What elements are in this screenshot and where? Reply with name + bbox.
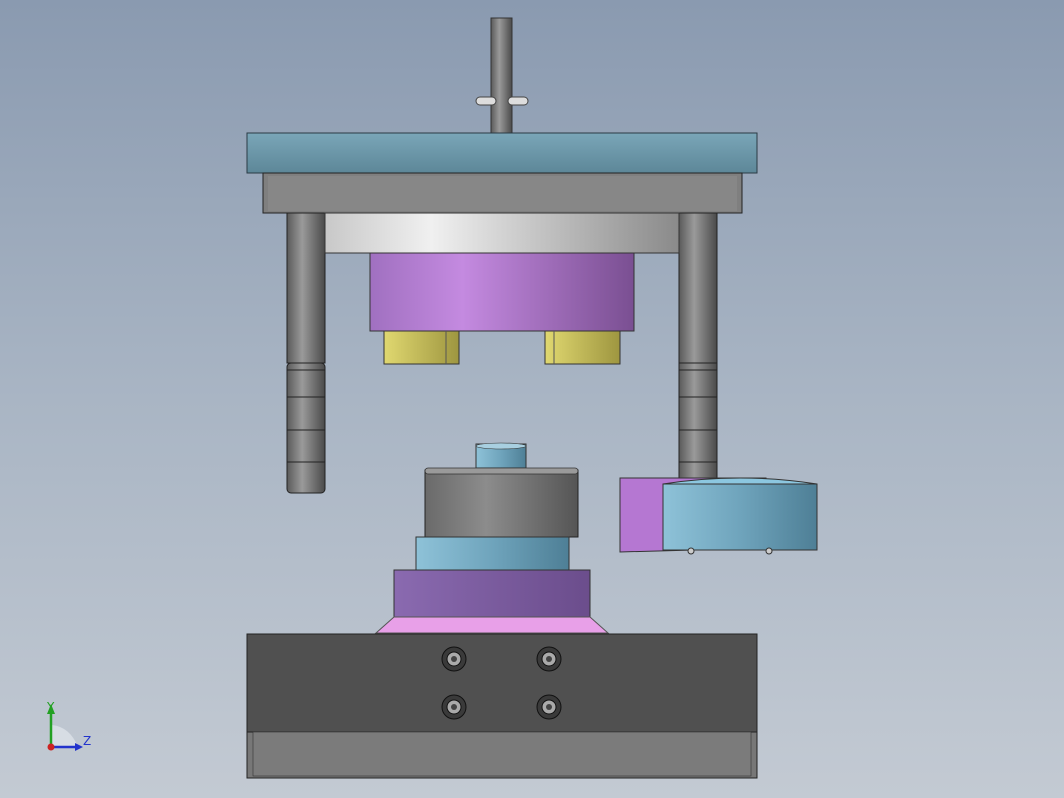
guide-post-left — [286, 212, 326, 494]
guide-post-right — [678, 212, 718, 479]
top-shaft — [475, 17, 529, 135]
upper-ring — [324, 212, 680, 254]
side-ejector — [619, 477, 818, 555]
cad-model-drawing: Y Z — [46, 17, 818, 779]
punch-holder — [369, 252, 635, 332]
screw-hole — [536, 694, 562, 720]
screw-hole — [441, 694, 467, 720]
x-axis-icon — [47, 743, 55, 751]
z-axis-label: Z — [83, 734, 91, 748]
cad-viewport[interactable]: Y Z — [0, 0, 1064, 798]
screw-hole — [441, 646, 467, 672]
top-plate — [246, 132, 758, 174]
punch-left — [383, 330, 460, 365]
axis-triad[interactable]: Y Z — [46, 700, 91, 751]
lower-die-stack — [374, 442, 610, 634]
screw-hole — [536, 646, 562, 672]
y-axis-label: Y — [46, 700, 55, 714]
lower-base-block — [246, 633, 758, 733]
punch-right — [544, 330, 621, 365]
